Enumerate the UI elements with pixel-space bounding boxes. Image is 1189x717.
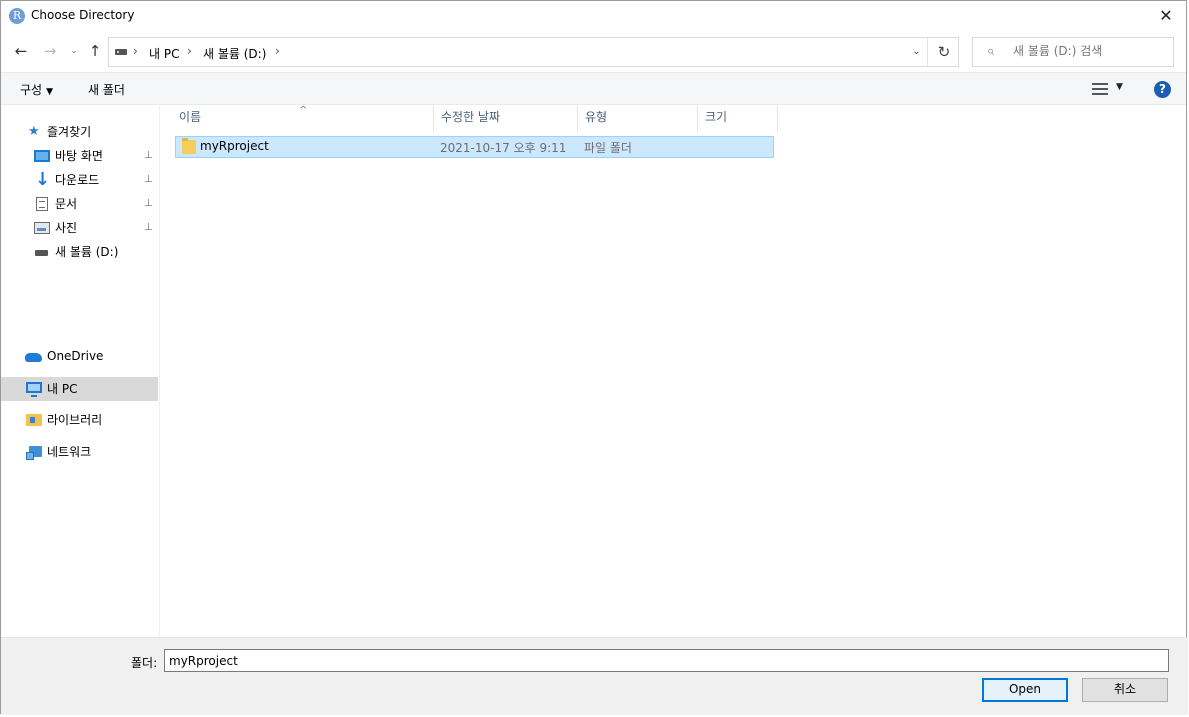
sidebar-item-label: 바탕 화면 (55, 149, 103, 163)
organize-label: 구성 (20, 83, 43, 97)
folder-icon (182, 138, 196, 154)
title-bar: R Choose Directory ✕ (1, 1, 1186, 31)
breadcrumb-separator[interactable]: › (187, 44, 192, 58)
sidebar-item-this-pc[interactable]: 내 PC (1, 377, 158, 401)
sidebar-item-network[interactable]: 네트워크 (1, 440, 158, 464)
sidebar-item-desktop[interactable]: 바탕 화면 ⊥ (1, 144, 158, 168)
sidebar-item-label: OneDrive (47, 349, 104, 363)
pin-icon[interactable]: ⊥ (144, 192, 153, 216)
cancel-button[interactable]: 취소 (1082, 678, 1168, 702)
help-icon[interactable]: ? (1154, 81, 1171, 98)
desktop-icon (34, 150, 50, 162)
file-type: 파일 폴더 (584, 141, 632, 155)
sidebar-item-documents[interactable]: 문서 ⊥ (1, 192, 158, 216)
sidebar-item-label: 즐겨찾기 (47, 125, 92, 139)
sidebar-item-drive-d[interactable]: 새 볼륨 (D:) (1, 240, 158, 264)
column-header-type[interactable]: 유형 (578, 106, 698, 131)
pictures-icon (34, 222, 50, 234)
up-button[interactable]: ↑ (84, 40, 106, 62)
sidebar-item-label: 사진 (55, 221, 78, 235)
sidebar-item-quick-access[interactable]: ★ 즐겨찾기 (1, 120, 158, 144)
sidebar-item-label: 라이브러리 (47, 413, 103, 427)
sidebar-item-label: 내 PC (47, 382, 78, 396)
sidebar-item-downloads[interactable]: ↓ 다운로드 ⊥ (1, 168, 158, 192)
column-header-label: 이름 (179, 110, 202, 124)
command-toolbar: 구성 ▼ 새 폴더 ▼ ? (1, 72, 1186, 105)
network-icon (26, 446, 42, 460)
column-header-size[interactable]: 크기 (698, 106, 778, 131)
sidebar-item-label: 문서 (55, 197, 78, 211)
view-options-icon[interactable] (1092, 83, 1108, 95)
sidebar-item-pictures[interactable]: 사진 ⊥ (1, 216, 158, 240)
star-icon: ★ (28, 124, 40, 139)
search-icon: ⌕ (987, 44, 995, 59)
recent-locations-dropdown[interactable]: ⌄ (67, 40, 81, 62)
file-name: myRproject (200, 139, 269, 153)
address-bar[interactable]: › 내 PC › 새 볼륨 (D:) › ⌄ ↻ (108, 37, 959, 67)
new-folder-button[interactable]: 새 폴더 (88, 81, 125, 98)
file-date: 2021-10-17 오후 9:11 (440, 141, 567, 155)
column-header-name[interactable]: 이름 ^ (172, 105, 434, 131)
sidebar-item-label: 새 볼륨 (D:) (55, 245, 119, 259)
chevron-down-icon: ▼ (46, 87, 54, 97)
search-input[interactable] (1013, 44, 1168, 58)
download-icon: ↓ (35, 169, 51, 190)
forward-button[interactable]: → (39, 40, 61, 62)
window-title: Choose Directory (31, 8, 135, 22)
document-icon (36, 197, 48, 211)
column-header-date[interactable]: 수정한 날짜 (434, 106, 578, 131)
bottom-panel: 폴더: Open 취소 (1, 637, 1188, 715)
sidebar-item-onedrive[interactable]: OneDrive (1, 344, 158, 368)
pin-icon[interactable]: ⊥ (144, 216, 153, 240)
breadcrumb-separator[interactable]: › (133, 44, 138, 58)
pin-icon[interactable]: ⊥ (144, 168, 153, 192)
breadcrumb-drive-d[interactable]: 새 볼륨 (D:) (203, 45, 266, 62)
navigation-pane: ★ 즐겨찾기 바탕 화면 ⊥ ↓ 다운로드 ⊥ 문서 ⊥ 사진 ⊥ 새 볼륨 (… (1, 106, 160, 637)
back-button[interactable]: ← (10, 40, 32, 62)
chevron-down-icon[interactable]: ▼ (1116, 82, 1123, 92)
folder-name-input[interactable] (164, 649, 1169, 672)
cloud-icon (25, 353, 42, 362)
library-icon (26, 414, 42, 426)
drive-icon (35, 250, 48, 256)
r-app-icon: R (9, 8, 25, 24)
close-button[interactable]: ✕ (1146, 1, 1186, 31)
choose-directory-dialog: R Choose Directory ✕ ← → ⌄ ↑ › 내 PC › 새 … (0, 0, 1188, 715)
file-list: 이름 ^ 수정한 날짜 유형 크기 myRproject 2021-10-17 … (172, 105, 1188, 637)
navigation-bar: ← → ⌄ ↑ › 내 PC › 새 볼륨 (D:) › ⌄ ↻ ⌕ (1, 35, 1186, 69)
sidebar-item-label: 다운로드 (55, 173, 100, 187)
folder-field-label: 폴더: (131, 656, 158, 670)
sidebar-item-label: 네트워크 (47, 445, 92, 459)
organize-menu-button[interactable]: 구성 ▼ (20, 81, 53, 98)
drive-icon (115, 49, 127, 55)
open-button[interactable]: Open (982, 678, 1068, 702)
pin-icon[interactable]: ⊥ (144, 144, 153, 168)
address-history-dropdown[interactable]: ⌄ (906, 38, 928, 66)
search-box[interactable]: ⌕ (972, 37, 1174, 67)
computer-icon (26, 382, 42, 397)
sidebar-item-libraries[interactable]: 라이브러리 (1, 408, 158, 432)
sort-ascending-icon: ^ (299, 105, 308, 116)
breadcrumb-this-pc[interactable]: 내 PC (149, 45, 179, 62)
refresh-button[interactable]: ↻ (929, 38, 959, 66)
breadcrumb-separator[interactable]: › (275, 44, 280, 58)
file-row[interactable]: myRproject 2021-10-17 오후 9:11 파일 폴더 (175, 136, 774, 158)
